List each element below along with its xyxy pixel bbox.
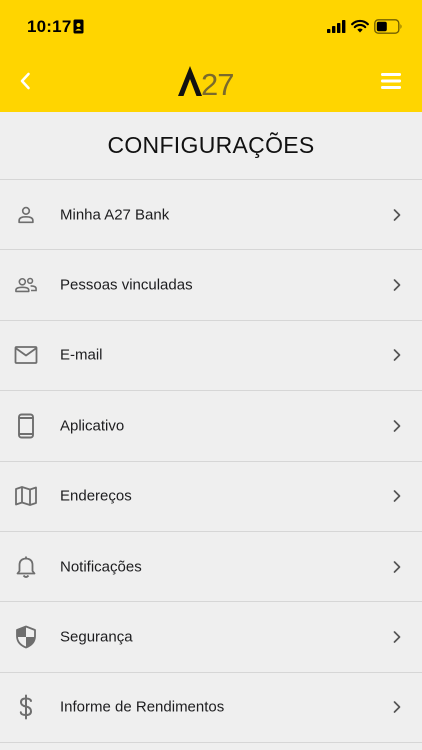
a27-logo: 27 bbox=[178, 66, 234, 98]
wifi-icon bbox=[351, 19, 369, 33]
settings-item-informe-de-rendimentos[interactable]: Informe de Rendimentos bbox=[0, 673, 422, 744]
status-bar: 10:17 bbox=[0, 0, 422, 52]
dollar-icon bbox=[14, 694, 38, 720]
person-icon bbox=[14, 203, 38, 227]
settings-item-pessoas-vinculadas[interactable]: Pessoas vinculadas bbox=[0, 250, 422, 321]
settings-item-label: Endereços bbox=[60, 487, 132, 505]
app-header: 10:17 27 bbox=[0, 0, 422, 112]
settings-item-email[interactable]: E-mail bbox=[0, 321, 422, 392]
chevron-right-icon bbox=[393, 349, 401, 362]
people-icon bbox=[14, 273, 38, 297]
chevron-right-icon bbox=[393, 701, 401, 714]
chevron-right-icon bbox=[393, 208, 401, 221]
hamburger-menu-button[interactable] bbox=[376, 66, 406, 96]
cellular-signal-icon bbox=[327, 20, 346, 33]
settings-item-label: E-mail bbox=[60, 346, 103, 364]
nav-bar: 27 bbox=[0, 52, 422, 112]
settings-item-notificacoes[interactable]: Notificações bbox=[0, 532, 422, 603]
bell-icon bbox=[14, 555, 38, 579]
map-icon bbox=[14, 484, 38, 508]
status-time: 10:17 bbox=[27, 17, 72, 36]
settings-item-seguranca[interactable]: Segurança bbox=[0, 602, 422, 673]
battery-icon bbox=[374, 19, 402, 34]
chevron-right-icon bbox=[393, 279, 401, 291]
chevron-left-icon bbox=[20, 72, 30, 90]
chevron-right-icon bbox=[393, 560, 401, 573]
chevron-right-icon bbox=[393, 631, 401, 643]
shield-icon bbox=[14, 625, 38, 649]
settings-item-label: Informe de Rendimentos bbox=[60, 698, 225, 716]
hamburger-icon bbox=[381, 73, 401, 89]
page-title: CONFIGURAÇÕES bbox=[0, 112, 422, 180]
settings-item-label: Minha A27 Bank bbox=[60, 206, 170, 224]
settings-list: Minha A27 Bank Pessoas vinculadas E-mail bbox=[0, 180, 422, 744]
chevron-right-icon bbox=[393, 490, 401, 503]
back-button[interactable] bbox=[10, 66, 40, 96]
id-card-icon bbox=[73, 19, 84, 34]
settings-item-label: Notificações bbox=[60, 558, 142, 576]
settings-item-label: Segurança bbox=[60, 628, 133, 646]
mail-icon bbox=[14, 343, 38, 367]
svg-text:27: 27 bbox=[201, 67, 233, 98]
chevron-right-icon bbox=[393, 420, 401, 432]
settings-item-label: Pessoas vinculadas bbox=[60, 276, 193, 294]
settings-item-enderecos[interactable]: Endereços bbox=[0, 462, 422, 532]
settings-item-aplicativo[interactable]: Aplicativo bbox=[0, 391, 422, 462]
settings-item-label: Aplicativo bbox=[60, 417, 125, 435]
settings-item-minha-a27-bank[interactable]: Minha A27 Bank bbox=[0, 180, 422, 251]
smartphone-icon bbox=[14, 413, 38, 439]
